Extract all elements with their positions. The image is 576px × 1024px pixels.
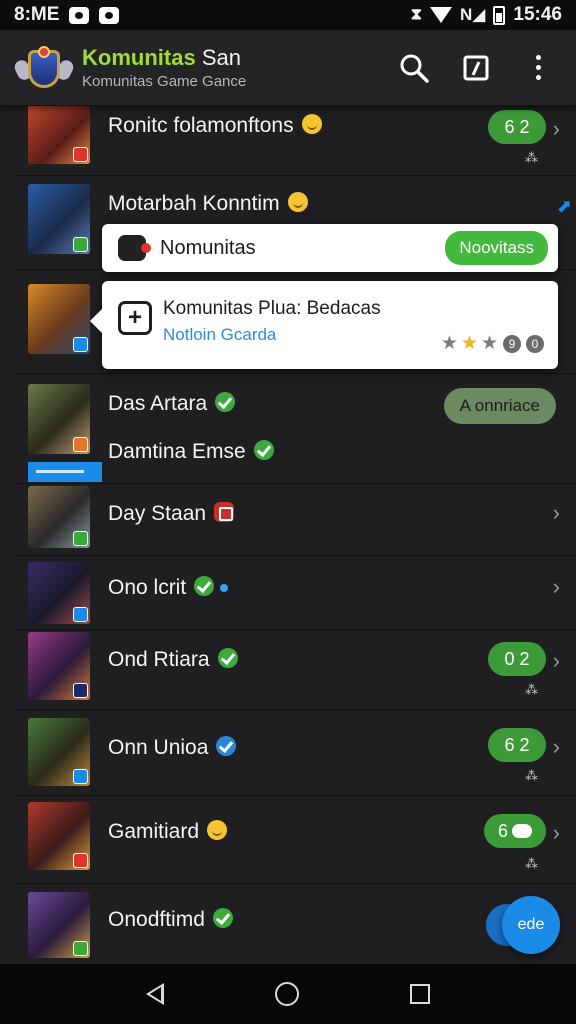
card-title: Komunitas Plua: Bedacas bbox=[163, 298, 381, 319]
count-pill[interactable]: 6 bbox=[483, 814, 546, 848]
app-title-main: Komunitas bbox=[82, 45, 196, 70]
back-icon[interactable] bbox=[145, 983, 164, 1005]
chevron-right-icon: › bbox=[552, 574, 560, 599]
smile-emoji-icon bbox=[207, 820, 228, 840]
count-pill[interactable]: 0 2 bbox=[488, 642, 546, 676]
notification-popup[interactable]: Nomunitas Noovitass bbox=[102, 224, 558, 272]
card-subtitle[interactable]: Notloin Gcarda bbox=[163, 325, 276, 345]
wifi-icon bbox=[430, 7, 453, 23]
avatar bbox=[28, 892, 90, 958]
item-name: Motarbah Konntim bbox=[108, 192, 308, 216]
app-title: Komunitas San bbox=[82, 45, 246, 71]
notification-action-button[interactable]: Noovitass bbox=[445, 231, 548, 265]
item-secondary-name: Damtina Emse bbox=[108, 440, 274, 464]
check-icon bbox=[194, 576, 215, 596]
sparkle-icon: ⁂ bbox=[525, 150, 538, 165]
check-icon bbox=[215, 392, 236, 412]
game-controller-icon bbox=[118, 235, 151, 261]
avatar bbox=[28, 106, 90, 164]
overflow-menu-icon[interactable] bbox=[522, 52, 554, 84]
rating-badge: 9 bbox=[503, 334, 521, 353]
sparkle-icon: ⁂ bbox=[525, 856, 538, 871]
status-time: 15:46 bbox=[513, 4, 562, 25]
item-name: Das Artara bbox=[108, 392, 236, 416]
alert-icon bbox=[214, 502, 235, 522]
navigation-bar bbox=[0, 964, 576, 1024]
floating-action-button[interactable]: ede bbox=[502, 896, 560, 954]
check-icon bbox=[212, 908, 233, 928]
item-name: Onodftimd bbox=[108, 908, 233, 932]
sparkle-icon: ⁂ bbox=[525, 682, 538, 697]
notification-icon bbox=[69, 6, 90, 24]
app-logo bbox=[12, 40, 76, 96]
avatar bbox=[28, 802, 90, 870]
arrow-up-icon: ⬈ bbox=[556, 196, 572, 216]
online-dot-icon bbox=[220, 584, 229, 592]
selection-indicator bbox=[28, 462, 102, 482]
count-pill[interactable]: 6 2 bbox=[488, 728, 546, 762]
count-pill[interactable]: 6 2 bbox=[488, 110, 546, 144]
edit-icon[interactable] bbox=[460, 52, 492, 84]
star-icon: ★ bbox=[480, 333, 498, 354]
status-bar: 8:ME ⧗ N◢ 15:46 bbox=[0, 0, 576, 30]
item-name: Gamitiard bbox=[108, 820, 228, 844]
check-icon bbox=[253, 440, 274, 460]
chevron-right-icon: › bbox=[552, 500, 560, 525]
status-left-text: 8:ME bbox=[14, 4, 60, 25]
chevron-right-icon: › bbox=[552, 820, 560, 845]
item-name: Ond Rtiara bbox=[108, 648, 238, 672]
avatar bbox=[28, 284, 90, 354]
item-name: Onn Unioa bbox=[108, 736, 237, 760]
count-badge: 0 bbox=[526, 334, 544, 353]
search-icon[interactable] bbox=[398, 52, 430, 84]
notification-text: Nomunitas bbox=[160, 236, 256, 259]
add-icon: + bbox=[118, 301, 152, 335]
chat-bubble-icon bbox=[512, 824, 532, 838]
avatar bbox=[28, 718, 90, 786]
rating: ★ ★ ★ 9 0 bbox=[441, 332, 544, 355]
list-item[interactable]: Ono lcrit › bbox=[14, 556, 576, 630]
chevron-right-icon: › bbox=[552, 648, 560, 673]
chevron-right-icon: › bbox=[552, 734, 560, 759]
smile-emoji-icon bbox=[301, 114, 322, 134]
list-item[interactable]: Day Staan › bbox=[14, 484, 576, 556]
list-item[interactable]: Ronitc folamonftons 6 2 ⁂ › bbox=[14, 106, 576, 176]
recent-apps-icon[interactable] bbox=[410, 984, 431, 1004]
check-icon bbox=[217, 648, 238, 668]
avatar bbox=[28, 632, 90, 700]
star-icon: ★ bbox=[440, 333, 458, 354]
data-saver-icon: ⧗ bbox=[410, 6, 423, 23]
signal-icon: N◢ bbox=[460, 5, 486, 24]
list-item[interactable]: Onn Unioa 6 2 ⁂ › bbox=[14, 710, 576, 796]
avatar bbox=[28, 562, 90, 624]
app-bar: Komunitas San Komunitas Game Gance bbox=[0, 30, 576, 106]
avatar bbox=[28, 384, 90, 454]
home-icon[interactable] bbox=[274, 982, 299, 1006]
avatar bbox=[28, 184, 90, 254]
avatar bbox=[28, 486, 90, 548]
item-name: Day Staan bbox=[108, 502, 235, 526]
smile-emoji-icon bbox=[287, 192, 308, 212]
app-subtitle: Komunitas Game Gance bbox=[82, 73, 247, 90]
app-notification-icon bbox=[99, 6, 120, 24]
sparkle-icon: ⁂ bbox=[525, 768, 538, 783]
app-title-suffix: San bbox=[201, 45, 241, 70]
item-name: Ronitc folamonftons bbox=[108, 114, 322, 138]
community-info-card[interactable]: + Komunitas Plua: Bedacas Notloin Gcarda… bbox=[90, 281, 558, 369]
action-button[interactable]: A onnriace bbox=[443, 388, 556, 424]
list-item[interactable]: Ond Rtiara 0 2 ⁂ › bbox=[14, 630, 576, 710]
verified-icon bbox=[216, 736, 237, 756]
chevron-right-icon: › bbox=[552, 116, 560, 141]
star-icon: ★ bbox=[460, 333, 478, 354]
item-name: Ono lcrit bbox=[108, 576, 229, 600]
battery-icon bbox=[493, 5, 506, 25]
list-item[interactable]: Gamitiard 6 ⁂ › bbox=[14, 796, 576, 884]
